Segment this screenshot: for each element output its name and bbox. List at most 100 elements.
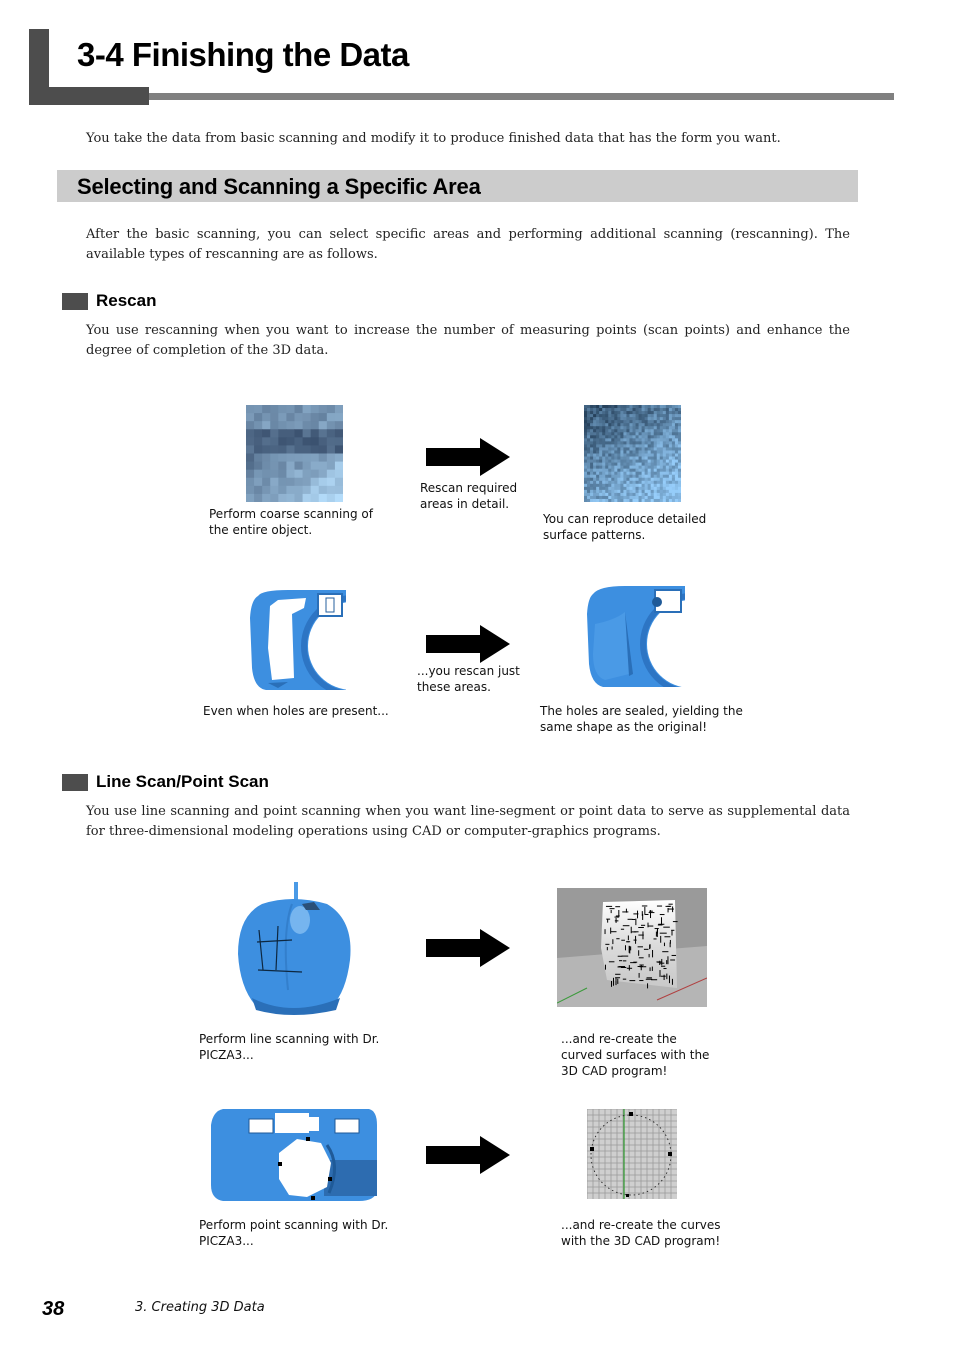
scan-pixel — [674, 411, 679, 415]
scan-pixel — [611, 462, 615, 467]
scan-pixel — [593, 456, 597, 460]
scan-pixel — [653, 483, 658, 488]
scan-pixel — [656, 489, 661, 494]
scan-pixel — [584, 450, 588, 454]
chapter-intro: You take the data from basic scanning an… — [86, 131, 781, 146]
scan-pixel — [677, 432, 681, 436]
scan-pixel — [334, 429, 343, 438]
scan-pixel — [617, 423, 621, 427]
scan-pixel — [674, 459, 679, 463]
scan-pixel — [334, 461, 343, 471]
scan-pixel — [629, 444, 633, 448]
scan-pixel — [638, 462, 642, 467]
scan-pixel — [662, 462, 667, 467]
scan-pixel — [617, 405, 621, 409]
scan-pixel — [641, 486, 646, 491]
scan-pixel — [632, 441, 636, 445]
scan-pixel — [674, 486, 679, 491]
scan-pixel — [611, 492, 615, 497]
scan-pixel — [623, 456, 627, 460]
scan-pixel — [632, 474, 636, 479]
scan-pixel — [635, 447, 639, 451]
scan-pixel — [620, 444, 624, 448]
scan-pixel — [665, 417, 670, 421]
scan-pixel — [596, 435, 600, 439]
scan-pixel — [584, 441, 588, 445]
scan-pixel — [602, 423, 606, 427]
scan-pixel — [602, 447, 606, 451]
scan-pixel — [310, 477, 320, 487]
scan-pixel — [641, 471, 646, 476]
scan-pixel — [590, 444, 594, 448]
scan-pixel — [668, 489, 673, 494]
scan-pixel — [278, 453, 287, 463]
scan-pixel — [671, 480, 676, 485]
scan-pixel — [671, 423, 676, 427]
scan-pixel — [617, 444, 621, 448]
scan-pixel — [656, 444, 661, 448]
scan-pixel — [638, 414, 642, 418]
rescan-areas-caption: ...you rescan just these areas. — [417, 664, 520, 694]
scan-pixel — [653, 450, 658, 454]
scan-pixel — [677, 465, 681, 470]
scan-pixel — [584, 426, 588, 430]
scan-pixel — [620, 429, 624, 433]
scan-pixel — [278, 445, 287, 454]
scan-pixel — [650, 444, 655, 448]
scan-pixel — [611, 486, 615, 491]
scan-pixel — [584, 480, 588, 485]
scan-pixel — [671, 495, 676, 500]
subsection-title-line-point-scan: Line Scan/Point Scan — [96, 772, 269, 791]
scan-pixel — [638, 408, 642, 412]
scan-pixel — [623, 408, 627, 412]
scan-pixel — [647, 477, 652, 482]
scan-pixel — [599, 420, 603, 424]
scan-pixel — [587, 474, 591, 479]
scan-pixel — [662, 465, 667, 470]
scan-pixel — [593, 465, 597, 470]
scan-pixel — [286, 485, 295, 495]
scan-pixel — [647, 489, 652, 494]
scan-pixel — [302, 469, 312, 479]
scan-pixel — [650, 453, 655, 457]
scan-pixel — [254, 461, 263, 471]
scan-pixel — [629, 438, 633, 442]
scan-pixel — [614, 432, 618, 436]
scan-pixel — [599, 414, 603, 418]
scan-pixel — [641, 429, 646, 433]
scan-pixel — [596, 477, 600, 482]
scan-pixel — [677, 414, 681, 418]
scan-pixel — [593, 498, 597, 502]
scan-pixel — [623, 435, 627, 439]
scan-pixel — [302, 421, 312, 430]
scan-pixel — [662, 480, 667, 485]
scan-pixel — [608, 429, 612, 433]
scan-pixel — [590, 432, 594, 436]
scan-pixel — [635, 498, 639, 502]
scan-pixel — [647, 411, 652, 415]
scan-pixel — [644, 447, 649, 451]
scan-pixel — [647, 444, 652, 448]
scan-pixel — [608, 492, 612, 497]
scan-pixel — [599, 444, 603, 448]
scan-pixel — [617, 420, 621, 424]
scan-pixel — [620, 432, 624, 436]
scan-pixel — [671, 429, 676, 433]
scan-pixel — [641, 435, 646, 439]
scan-pixel — [668, 483, 673, 488]
scan-pixel — [668, 423, 673, 427]
scan-pixel — [662, 417, 667, 421]
scan-pixel — [650, 417, 655, 421]
scan-pixel — [318, 421, 328, 430]
scan-pixel — [635, 495, 639, 500]
scan-pixel — [626, 489, 630, 494]
scan-pixel — [653, 408, 658, 412]
scan-pixel — [653, 468, 658, 473]
scan-pixel — [294, 477, 304, 487]
scan-pixel — [638, 429, 642, 433]
scan-pixel — [668, 456, 673, 460]
scan-pixel — [614, 462, 618, 467]
scan-pixel — [593, 408, 597, 412]
scan-pixel — [262, 421, 271, 430]
scan-pixel — [644, 435, 649, 439]
